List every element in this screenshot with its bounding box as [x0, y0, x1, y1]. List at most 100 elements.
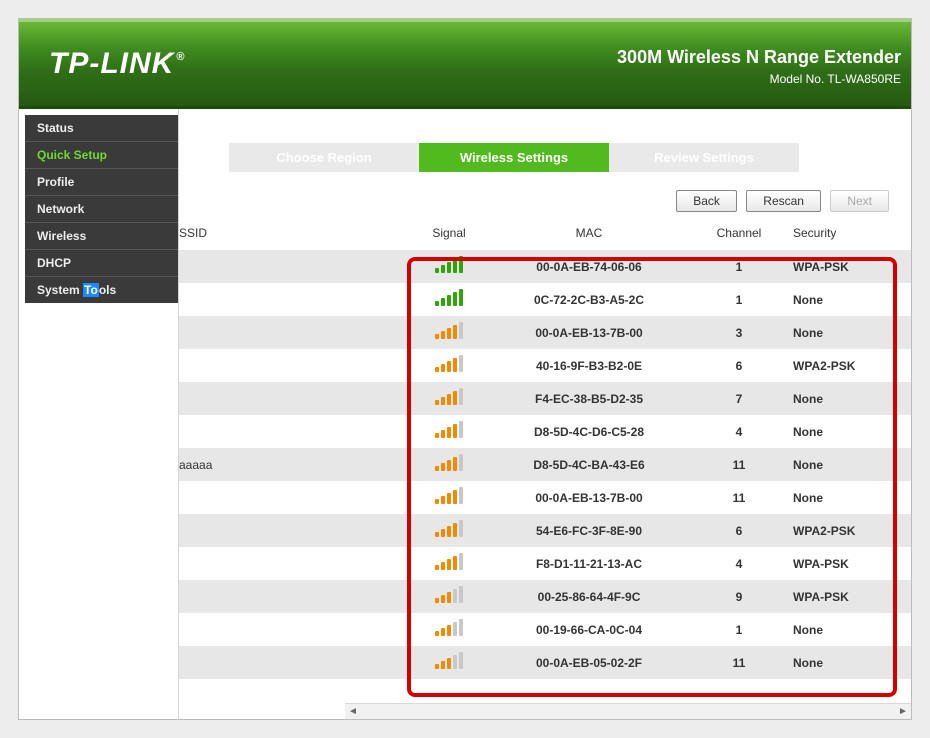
table-row[interactable]: F4-EC-38-B5-D2-357None — [179, 382, 911, 415]
table-row[interactable]: 40-16-9F-B3-B2-0E6WPA2-PSK — [179, 349, 911, 382]
signal-bars-icon — [435, 389, 463, 405]
cell-mac: 54-E6-FC-3F-8E-90 — [489, 514, 689, 547]
cell-ssid — [179, 514, 409, 547]
table-row[interactable]: D8-5D-4C-D6-C5-284None — [179, 415, 911, 448]
cell-security: WPA2-PSK — [789, 349, 911, 382]
cell-channel: 3 — [689, 316, 789, 349]
cell-signal — [409, 448, 489, 481]
table-row[interactable]: 00-0A-EB-05-02-2F11None — [179, 646, 911, 679]
logo: TP-LINK® — [49, 47, 183, 81]
cell-security: WPA2-PSK — [789, 514, 911, 547]
cell-mac: 40-16-9F-B3-B2-0E — [489, 349, 689, 382]
cell-mac: 00-0A-EB-13-7B-00 — [489, 316, 689, 349]
cell-security: WPA-PSK — [789, 547, 911, 580]
cell-security: WPA-PSK — [789, 250, 911, 283]
signal-bars-icon — [435, 356, 463, 372]
cell-mac: F8-D1-11-21-13-AC — [489, 547, 689, 580]
cell-channel: 9 — [689, 580, 789, 613]
cell-channel: 7 — [689, 382, 789, 415]
cell-signal — [409, 250, 489, 283]
cell-mac: 00-25-86-64-4F-9C — [489, 580, 689, 613]
header: TP-LINK® 300M Wireless N Range Extender … — [19, 19, 911, 109]
cell-security: None — [789, 415, 911, 448]
nav-network[interactable]: Network — [25, 195, 178, 222]
signal-bars-icon — [435, 521, 463, 537]
cell-security: None — [789, 316, 911, 349]
cell-signal — [409, 547, 489, 580]
cell-channel: 6 — [689, 349, 789, 382]
cell-ssid — [179, 613, 409, 646]
nav-dhcp[interactable]: DHCP — [25, 249, 178, 276]
cell-signal — [409, 646, 489, 679]
signal-bars-icon — [435, 323, 463, 339]
signal-bars-icon — [435, 620, 463, 636]
cell-ssid — [179, 646, 409, 679]
cell-channel: 1 — [689, 283, 789, 316]
table-row[interactable]: 00-25-86-64-4F-9C9WPA-PSK — [179, 580, 911, 613]
col-channel: Channel — [689, 220, 789, 250]
nav-system-tools[interactable]: System Tools — [25, 276, 178, 303]
signal-bars-icon — [435, 455, 463, 471]
cell-ssid — [179, 283, 409, 316]
table-row[interactable]: F8-D1-11-21-13-AC4WPA-PSK — [179, 547, 911, 580]
cell-security: WPA-PSK — [789, 580, 911, 613]
cell-ssid — [179, 349, 409, 382]
table-row[interactable]: 00-0A-EB-74-06-061WPA-PSK — [179, 250, 911, 283]
cell-security: None — [789, 382, 911, 415]
nav-profile[interactable]: Profile — [25, 168, 178, 195]
cell-mac: 0C-72-2C-B3-A5-2C — [489, 283, 689, 316]
product-name: 300M Wireless N Range Extender — [617, 47, 901, 68]
cell-signal — [409, 415, 489, 448]
step-wireless-settings[interactable]: Wireless Settings — [419, 143, 609, 172]
signal-bars-icon — [435, 488, 463, 504]
cell-security: None — [789, 481, 911, 514]
table-row[interactable]: 0C-72-2C-B3-A5-2C1None — [179, 283, 911, 316]
nav-wireless[interactable]: Wireless — [25, 222, 178, 249]
cell-channel: 1 — [689, 613, 789, 646]
col-ssid: SSID — [179, 220, 409, 250]
col-security: Security — [789, 220, 911, 250]
table-row[interactable]: 00-0A-EB-13-7B-003None — [179, 316, 911, 349]
cell-signal — [409, 349, 489, 382]
signal-bars-icon — [435, 587, 463, 603]
cell-ssid — [179, 316, 409, 349]
cell-channel: 1 — [689, 250, 789, 283]
horizontal-scrollbar[interactable]: ◄ ► — [345, 703, 911, 719]
cell-signal — [409, 613, 489, 646]
cell-mac: D8-5D-4C-D6-C5-28 — [489, 415, 689, 448]
cell-mac: F4-EC-38-B5-D2-35 — [489, 382, 689, 415]
cell-channel: 6 — [689, 514, 789, 547]
cell-channel: 11 — [689, 646, 789, 679]
step-choose-region[interactable]: Choose Region — [229, 143, 419, 172]
nav-quick-setup[interactable]: Quick Setup — [25, 141, 178, 168]
cell-mac: D8-5D-4C-BA-43-E6 — [489, 448, 689, 481]
model-number: Model No. TL-WA850RE — [617, 72, 901, 86]
scroll-left-icon[interactable]: ◄ — [345, 704, 361, 720]
cell-ssid: aaaaa — [179, 448, 409, 481]
back-button[interactable]: Back — [676, 190, 737, 212]
rescan-button[interactable]: Rescan — [746, 190, 821, 212]
nav-status[interactable]: Status — [25, 115, 178, 141]
step-review-settings[interactable]: Review Settings — [609, 143, 799, 172]
scroll-right-icon[interactable]: ► — [895, 704, 911, 720]
col-mac: MAC — [489, 220, 689, 250]
wizard-stepper: Choose RegionWireless SettingsReview Set… — [229, 143, 911, 172]
cell-security: None — [789, 283, 911, 316]
cell-signal — [409, 580, 489, 613]
cell-security: None — [789, 448, 911, 481]
cell-ssid — [179, 481, 409, 514]
cell-ssid — [179, 382, 409, 415]
next-button[interactable]: Next — [830, 190, 889, 212]
table-row[interactable]: aaaaaD8-5D-4C-BA-43-E611None — [179, 448, 911, 481]
table-row[interactable]: 00-19-66-CA-0C-041None — [179, 613, 911, 646]
cell-security: None — [789, 646, 911, 679]
col-signal: Signal — [409, 220, 489, 250]
cell-mac: 00-0A-EB-74-06-06 — [489, 250, 689, 283]
cell-signal — [409, 283, 489, 316]
cell-signal — [409, 514, 489, 547]
table-row[interactable]: 00-0A-EB-13-7B-0011None — [179, 481, 911, 514]
cell-ssid — [179, 250, 409, 283]
cell-signal — [409, 481, 489, 514]
cell-ssid — [179, 580, 409, 613]
table-row[interactable]: 54-E6-FC-3F-8E-906WPA2-PSK — [179, 514, 911, 547]
